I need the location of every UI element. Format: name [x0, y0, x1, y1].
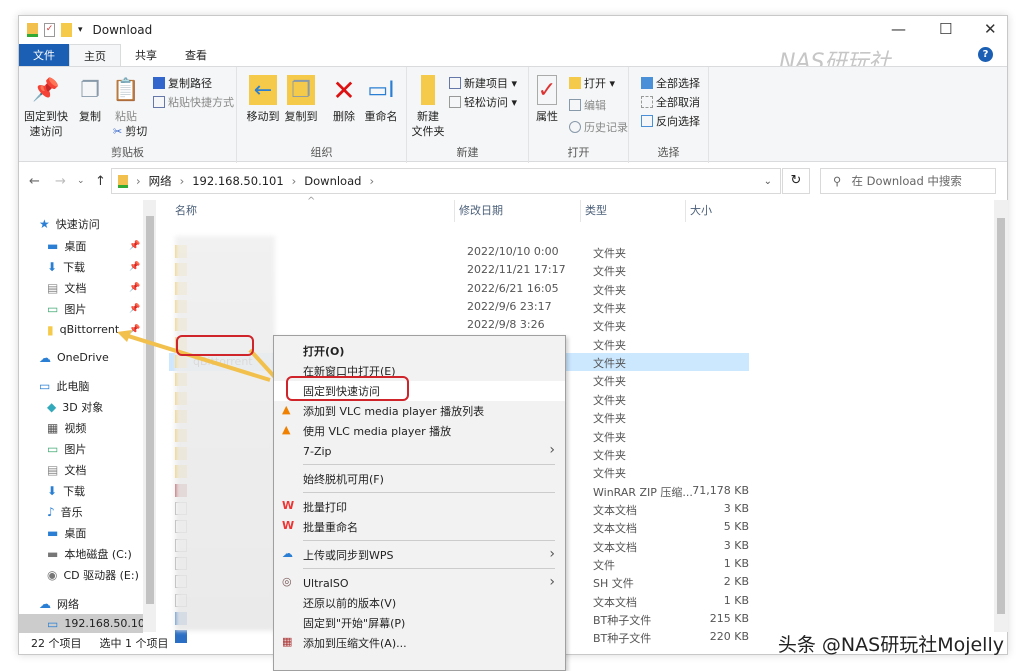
chevron-right-icon: ›: [549, 574, 555, 590]
context-menu-item[interactable]: ☁ 上传或同步到WPS ›: [274, 545, 565, 565]
context-menu-label: 固定到"开始"屏幕(P): [303, 615, 405, 631]
watermark-text: 头条 @NAS研玩社Mojelly: [778, 630, 1004, 657]
context-menu-label: 还原以前的版本(V): [303, 595, 396, 611]
context-menu-label: 使用 VLC media player 播放: [303, 423, 451, 439]
context-menu-label: 添加到 VLC media player 播放列表: [303, 403, 484, 419]
ultraiso-icon: ◎: [282, 575, 295, 588]
context-menu-label: 7-Zip: [303, 445, 332, 458]
highlight-box-folder: [176, 335, 254, 356]
context-menu-label: 批量打印: [303, 499, 347, 515]
context-menu-label: UltraISO: [303, 577, 349, 590]
menu-separator: [303, 568, 555, 569]
context-menu-item[interactable]: ▲ 使用 VLC media player 播放: [274, 421, 565, 441]
wps-icon: W: [282, 519, 295, 532]
context-menu-item[interactable]: 打开(O): [274, 341, 565, 361]
vlc-icon: ▲: [282, 423, 295, 436]
menu-separator: [303, 540, 555, 541]
context-menu-item[interactable]: 固定到"开始"屏幕(P): [274, 613, 565, 633]
context-menu-item[interactable]: 7-Zip ›: [274, 441, 565, 461]
context-menu-item[interactable]: 始终脱机可用(F): [274, 469, 565, 489]
context-menu-item[interactable]: ▲ 添加到 VLC media player 播放列表: [274, 401, 565, 421]
wps-icon: W: [282, 499, 295, 512]
context-menu-label: 添加到压缩文件(A)...: [303, 635, 407, 651]
context-menu-item[interactable]: ▦ 添加到压缩文件(A)...: [274, 633, 565, 653]
context-menu-label: 上传或同步到WPS: [303, 547, 394, 563]
winrar-icon: ▦: [282, 635, 295, 648]
context-menu-item[interactable]: 还原以前的版本(V): [274, 593, 565, 613]
context-menu-label: 始终脱机可用(F): [303, 471, 384, 487]
menu-separator: [303, 464, 555, 465]
context-menu-label: 打开(O): [303, 343, 344, 359]
context-menu-label: 批量重命名: [303, 519, 358, 535]
context-menu-item[interactable]: W 批量打印: [274, 497, 565, 517]
chevron-right-icon: ›: [549, 442, 555, 458]
menu-separator: [303, 492, 555, 493]
context-menu-item[interactable]: ◎ UltraISO ›: [274, 573, 565, 593]
context-menu-item[interactable]: W 批量重命名: [274, 517, 565, 537]
vlc-icon: ▲: [282, 403, 295, 416]
highlight-box-menu-item: [286, 376, 409, 401]
wps-cloud-icon: ☁: [282, 547, 295, 560]
chevron-right-icon: ›: [549, 546, 555, 562]
